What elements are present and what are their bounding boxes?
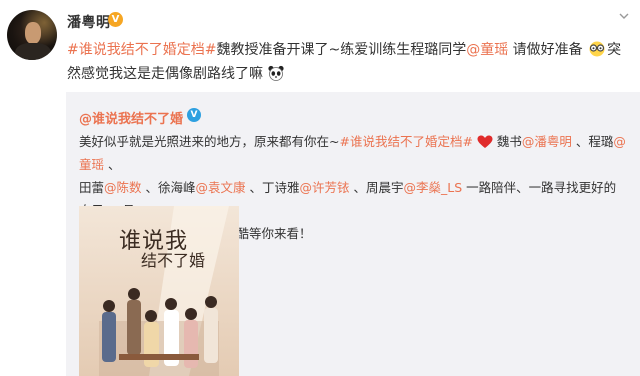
poster-title-2: 结不了婚 — [141, 251, 205, 270]
role-zhouchenyu: 、周晨宇 — [349, 180, 404, 195]
post-text-part1: 魏教授准备开课了~练爱训练生程璐同学 — [216, 42, 467, 58]
mention-xufangyi[interactable]: @许芳铱 — [300, 180, 350, 195]
role-chenglu: 、程璐 — [571, 134, 614, 149]
post-mention-link[interactable]: @童瑶 — [466, 42, 508, 58]
quoted-post[interactable]: @谁说我结不了婚 V 美好似乎就是光照进来的地方，原来都有你在~#谁说我结不了婚… — [66, 92, 640, 376]
quoted-topic-link[interactable]: #谁说我结不了婚定档# — [339, 134, 472, 149]
verified-badge-icon: V — [108, 12, 123, 27]
avatar-face — [25, 22, 41, 44]
verified-badge-blue-icon: V — [187, 108, 201, 122]
quoted-text-intro: 美好似乎就是光照进来的地方，原来都有你在~ — [79, 134, 340, 149]
mention-yuanwenkang[interactable]: @袁文康 — [196, 180, 246, 195]
separator-1: 、 — [104, 157, 121, 172]
glasses-emoji-icon — [589, 41, 605, 57]
role-weishu: 魏书 — [492, 134, 522, 149]
mention-panyueming[interactable]: @潘粤明 — [522, 134, 572, 149]
drama-poster-image[interactable]: 谁说我 结不了婚 — [79, 206, 239, 376]
mention-lishen[interactable]: @李燊_LS — [404, 180, 463, 195]
author-name[interactable]: 潘粤明 — [67, 12, 111, 32]
post-text: #谁说我结不了婚定档#魏教授准备开课了~练爱训练生程璐同学@童瑶 请做好准备 突… — [67, 38, 632, 86]
chevron-down-icon[interactable] — [618, 10, 630, 22]
post-topic-link[interactable]: #谁说我结不了婚定档# — [67, 42, 216, 58]
role-xuhaifeng: 、徐海峰 — [141, 180, 196, 195]
role-tianlei: 田蕾 — [79, 180, 105, 195]
avatar-body — [15, 43, 51, 60]
quoted-account-link[interactable]: @谁说我结不了婚 — [79, 108, 183, 127]
post-text-part2: 请做好准备 — [508, 42, 583, 58]
role-dingshiya: 、丁诗雅 — [245, 180, 300, 195]
mention-chenshu[interactable]: @陈数 — [104, 180, 142, 195]
heart-icon — [477, 135, 493, 148]
panda-emoji-icon — [268, 65, 285, 81]
avatar[interactable] — [7, 10, 57, 60]
